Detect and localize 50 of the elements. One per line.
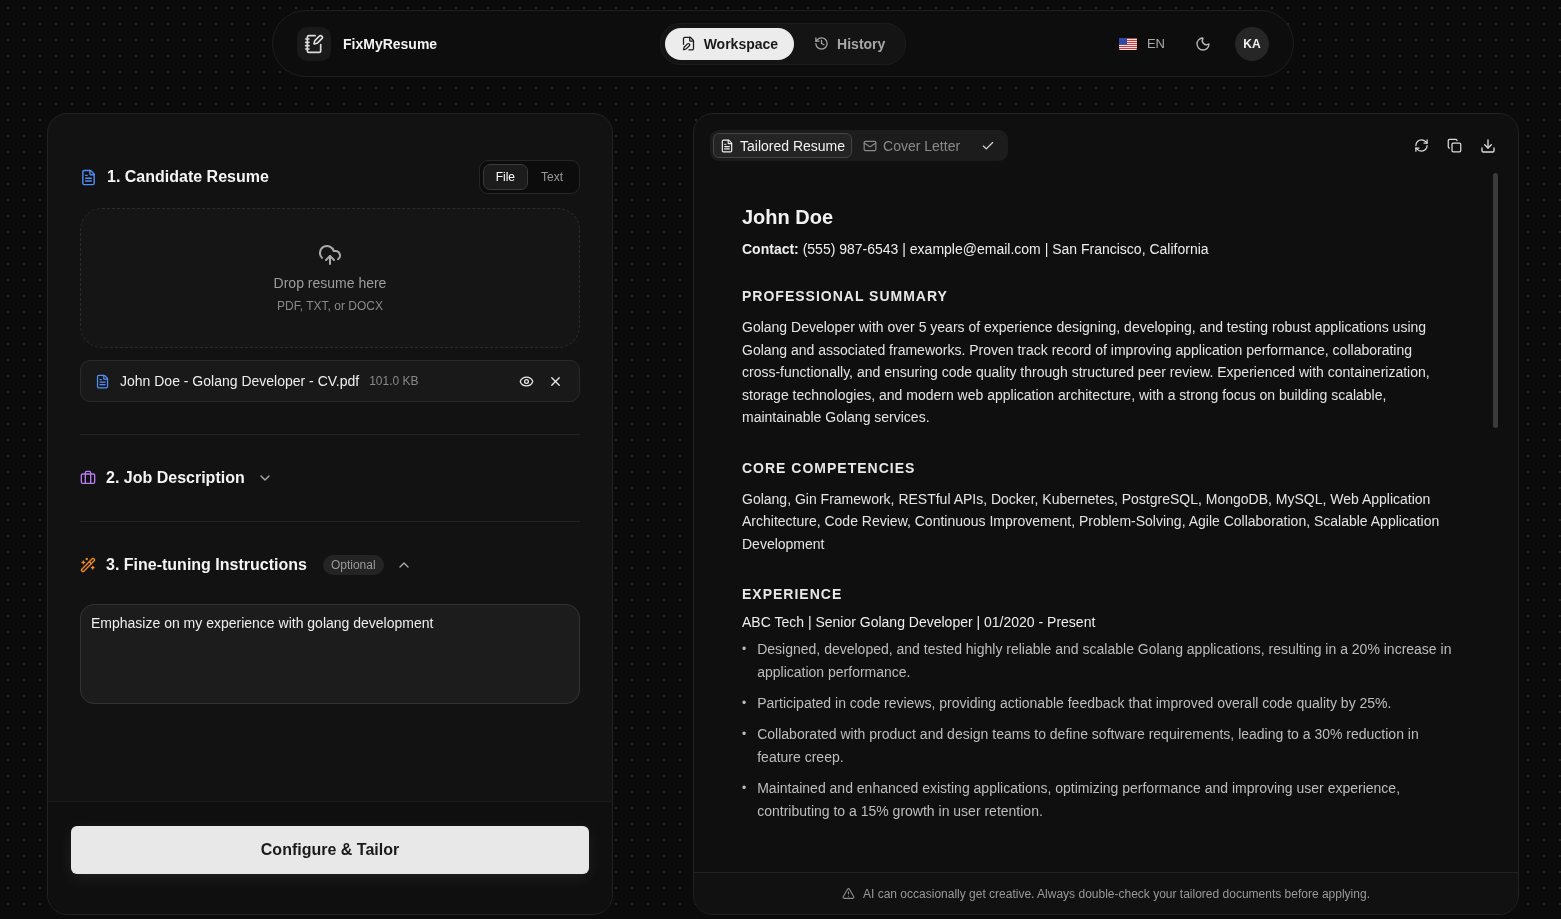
- document-icon: [80, 168, 97, 186]
- logo-icon: [297, 26, 331, 61]
- section-text: Golang Developer with over 5 years of experience designing, developing, and testing robust applications using Golang and associated frameworks. Proven track record of improving application performance, collaborating cross-functionally, and ensuring code quality through structured peer review. Experienced with containerization, storage technologies, and modern web application architecture, with a strong focus on building scalable, maintainable Golang services.: [742, 318, 1431, 427]
- file-size: 101.0 KB: [369, 374, 420, 388]
- brand-name: FixMyResume: [343, 35, 438, 52]
- candidate-name: John Doe: [742, 206, 835, 229]
- contact-line: Contact: (555) 987-6543 | example@email.com | San Francisco, California: [742, 241, 1210, 257]
- briefcase-icon: [80, 470, 96, 486]
- section-title: 1. Candidate Resume: [107, 168, 269, 186]
- nav-tab[interactable]: Workspace: [664, 27, 795, 60]
- language-button[interactable]: EN: [1112, 35, 1171, 52]
- tailor-button[interactable]: Configure & Tailor: [71, 826, 589, 874]
- achievement-item: Collaborated with product and design teams to define software requirements, leading to a 30% reduction in feature creep.: [757, 725, 1420, 767]
- section-title: 2. Job Description: [106, 469, 245, 487]
- drop-title: Drop resume here: [273, 275, 387, 291]
- achievement-item: Participated in code reviews, providing actionable feedback that improved overall code quality by 25%.: [757, 694, 1393, 713]
- section-heading: CORE COMPETENCIES: [742, 459, 917, 476]
- mail-icon: [863, 138, 878, 153]
- achievement-item: Designed, developed, and tested highly reliable and scalable Golang applications, resulting in a 20% increase in application performance.: [757, 640, 1453, 682]
- preview-tab[interactable]: Tailored Resume: [713, 133, 853, 158]
- instructions-field[interactable]: Emphasize on my experience with golang development: [80, 604, 580, 704]
- mode-tab[interactable]: Text: [528, 164, 576, 190]
- job-role: ABC Tech | Senior Golang Developer | 01/2020 - Present: [742, 614, 1097, 630]
- section-text: Golang, Gin Framework, RESTful APIs, Docker, Kubernetes, PostgreSQL, MongoDB, MySQL, Web Application Architecture, Code Review, Continuous Improvement, Problem-Solving, Agile Collaboration, Scalable Application Development: [742, 489, 1441, 554]
- file-pen-icon: [680, 36, 696, 51]
- drop-hint: PDF, TXT, or DOCX: [277, 299, 383, 313]
- file-name: John Doe - Golang Developer - CV.pdf: [120, 373, 360, 389]
- section-heading: PROFESSIONAL SUMMARY: [742, 288, 949, 304]
- optional-badge: Optional: [322, 555, 384, 575]
- bullet-marker: •: [742, 726, 747, 743]
- achievement-item: Maintained and enhanced existing applications, optimizing performance and improving user experience, contributing to a 15% growth in user retention.: [757, 779, 1402, 821]
- scrollbar[interactable]: [1493, 173, 1498, 428]
- user-avatar[interactable]: KA: [1235, 26, 1269, 61]
- magic-wand-icon: [80, 557, 96, 573]
- document-icon: [95, 373, 110, 389]
- history-icon: [814, 36, 830, 51]
- warning-icon: [842, 887, 855, 900]
- drop-zone[interactable]: Drop resume here PDF, TXT, or DOCX: [80, 208, 580, 348]
- bullet-marker: •: [742, 641, 747, 658]
- preview-tab[interactable]: Cover Letter: [856, 133, 968, 158]
- bullet-marker: •: [742, 695, 747, 712]
- bullet-marker: •: [742, 780, 747, 797]
- disclaimer-text: AI can occasionally get creative. Always double-check your tailored documents before applying.: [863, 886, 1370, 901]
- section-heading: EXPERIENCE: [742, 586, 844, 602]
- mode-tab[interactable]: File: [482, 164, 528, 190]
- nav-tab[interactable]: History: [798, 27, 902, 60]
- section-title: 3. Fine-tuning Instructions: [106, 556, 307, 574]
- document-icon: [720, 138, 734, 153]
- flag-icon: [1118, 37, 1137, 50]
- upload-icon: [318, 243, 342, 267]
